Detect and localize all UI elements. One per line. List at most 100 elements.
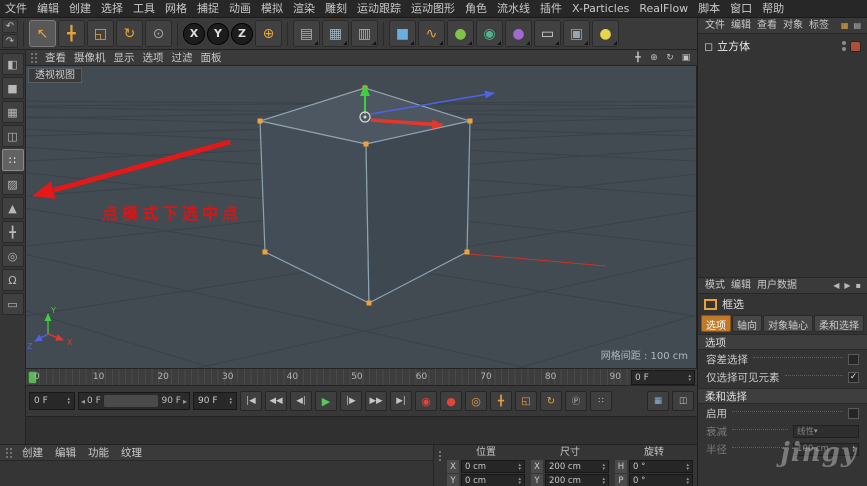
make-editable-button[interactable]: ◧ (2, 53, 24, 75)
subdivision-button[interactable]: ● (447, 20, 474, 47)
current-frame-spinner[interactable]: 0 F (631, 370, 695, 385)
menu-item[interactable]: 窗口 (725, 0, 757, 18)
soft-selection-section-header[interactable]: 柔和选择 (698, 388, 867, 404)
material-menu-item[interactable]: 编辑 (49, 445, 82, 461)
spinner-arrows-icon[interactable] (602, 477, 605, 485)
goto-end-button[interactable]: ▶| (390, 391, 412, 411)
menu-item[interactable]: X-Particles (567, 0, 634, 18)
record-parameter-button[interactable]: Ⓟ (565, 391, 587, 411)
maximize-view-icon[interactable]: ▣ (679, 51, 693, 64)
tolerant-selection-checkbox[interactable] (848, 354, 859, 365)
lock-icon[interactable]: ▪ (854, 281, 863, 290)
object-manager-menu-item[interactable]: 标签 (806, 18, 832, 34)
rotation-p-field[interactable]: 0 ° (629, 474, 693, 486)
vertex-point[interactable] (258, 119, 263, 124)
menu-item[interactable]: 创建 (64, 0, 96, 18)
y-axis-lock-button[interactable]: Y (207, 23, 229, 45)
spinner-arrows-icon[interactable] (686, 463, 689, 471)
menu-item[interactable]: RealFlow (634, 0, 693, 18)
menu-item[interactable]: 选择 (96, 0, 128, 18)
vertex-point[interactable] (263, 250, 268, 255)
menu-item[interactable]: 渲染 (288, 0, 320, 18)
attribute-manager-menu-item[interactable]: 用户数据 (754, 278, 800, 294)
size-x-field[interactable]: 200 cm (545, 460, 609, 473)
spinner-arrows-icon[interactable] (518, 463, 521, 471)
menu-item[interactable]: 工具 (128, 0, 160, 18)
record-pla-button[interactable]: ∷ (590, 391, 612, 411)
object-manager-menu-item[interactable]: 文件 (702, 18, 728, 34)
phong-tag-icon[interactable] (850, 41, 861, 52)
menu-item[interactable]: 网格 (160, 0, 192, 18)
soft-enable-checkbox[interactable] (848, 408, 859, 419)
spinner-arrows-icon[interactable] (518, 477, 521, 485)
options-section-header[interactable]: 选项 (698, 334, 867, 350)
spinner-arrows-icon[interactable] (688, 374, 691, 382)
polygon-mode-button[interactable]: ▲ (2, 197, 24, 219)
viewport-menu-item[interactable]: 查看 (41, 50, 70, 66)
panel-grip[interactable] (438, 450, 441, 461)
menu-item[interactable]: 角色 (460, 0, 492, 18)
vertex-point[interactable] (465, 250, 470, 255)
viewport-menu-item[interactable]: 摄像机 (70, 50, 110, 66)
point-mode-button[interactable]: ∷ (2, 149, 24, 171)
only-visible-checkbox[interactable]: ✓ (848, 372, 859, 383)
object-manager[interactable]: ◻ 立方体 (698, 34, 867, 278)
render-view-button[interactable]: ▤ (293, 20, 320, 47)
preview-range-slider[interactable]: 0 F 90 F (78, 392, 190, 410)
edge-mode-button[interactable]: ▨ (2, 173, 24, 195)
panel-grip[interactable] (5, 447, 14, 458)
vertex-point[interactable] (367, 301, 372, 306)
object-manager-menu-item[interactable]: 编辑 (728, 18, 754, 34)
rotate-view-icon[interactable]: ↻ (663, 51, 677, 64)
record-scale-button[interactable]: ◱ (515, 391, 537, 411)
spinner-arrows-icon[interactable] (602, 463, 605, 471)
workplane-lock-button[interactable]: ▭ (2, 293, 24, 315)
tab-axis[interactable]: 轴向 (732, 315, 762, 332)
texture-mode-button[interactable]: ▦ (2, 101, 24, 123)
history-back-icon[interactable]: ◀ (831, 281, 841, 290)
spinner-arrows-icon[interactable] (229, 397, 232, 405)
mograph-button[interactable]: ◉ (476, 20, 503, 47)
scale-tool-button[interactable]: ◱ (87, 20, 114, 47)
tab-object-axis[interactable]: 对象轴心 (763, 315, 813, 332)
menu-item[interactable]: 捕捉 (192, 0, 224, 18)
model-mode-button[interactable]: ■ (2, 77, 24, 99)
prev-key-button[interactable]: ◀◀ (265, 391, 287, 411)
attribute-manager-menu-item[interactable]: 编辑 (728, 278, 754, 294)
position-x-field[interactable]: 0 cm (461, 460, 525, 473)
visibility-dots[interactable] (842, 41, 846, 51)
z-axis-lock-button[interactable]: Z (231, 23, 253, 45)
viewport-menu-item[interactable]: 选项 (139, 50, 168, 66)
zoom-view-icon[interactable]: ⊕ (647, 51, 661, 64)
object-row-cube[interactable]: ◻ 立方体 (698, 37, 867, 55)
layer-icon[interactable]: ▦ (839, 21, 851, 30)
menu-item[interactable]: 文件 (0, 0, 32, 18)
render-queue-button[interactable]: ▥ (351, 20, 378, 47)
material-menu-item[interactable]: 功能 (82, 445, 115, 461)
menu-item[interactable]: 运动图形 (406, 0, 460, 18)
timeline-ruler[interactable]: 0102030405060708090 0 F (26, 368, 697, 386)
spline-pen-button[interactable]: ∿ (418, 20, 445, 47)
move-tool-button[interactable]: ╋ (58, 20, 85, 47)
search-icon[interactable]: ▤ (851, 21, 863, 30)
live-selection-tool-button[interactable]: ↖ (29, 20, 56, 47)
history-forward-icon[interactable]: ▶ (842, 281, 852, 290)
record-keyframe-button[interactable]: ◉ (415, 391, 437, 411)
render-settings-button[interactable]: ▦ (322, 20, 349, 47)
range-end-field[interactable]: 90 F (193, 392, 237, 410)
record-rotation-button[interactable]: ↻ (540, 391, 562, 411)
perspective-viewport[interactable]: 点模式下选中点 Y X Z 透视视图 网格间距 : 100 cm (26, 66, 697, 368)
viewport-menu-item[interactable]: 显示 (110, 50, 139, 66)
axis-mode-button[interactable]: ╋ (2, 221, 24, 243)
record-position-button[interactable]: ╋ (490, 391, 512, 411)
object-manager-menu-item[interactable]: 对象 (780, 18, 806, 34)
attribute-manager-menu-item[interactable]: 模式 (702, 278, 728, 294)
coordinate-system-button[interactable]: ⊕ (255, 20, 282, 47)
rotate-tool-button[interactable]: ↻ (116, 20, 143, 47)
solo-mode-button[interactable]: ◎ (2, 245, 24, 267)
menu-item[interactable]: 编辑 (32, 0, 64, 18)
timeline-panel-button[interactable]: ◫ (672, 391, 694, 411)
snap-mode-button[interactable]: Ω (2, 269, 24, 291)
position-y-field[interactable]: 0 cm (461, 474, 525, 486)
deformer-button[interactable]: ● (505, 20, 532, 47)
